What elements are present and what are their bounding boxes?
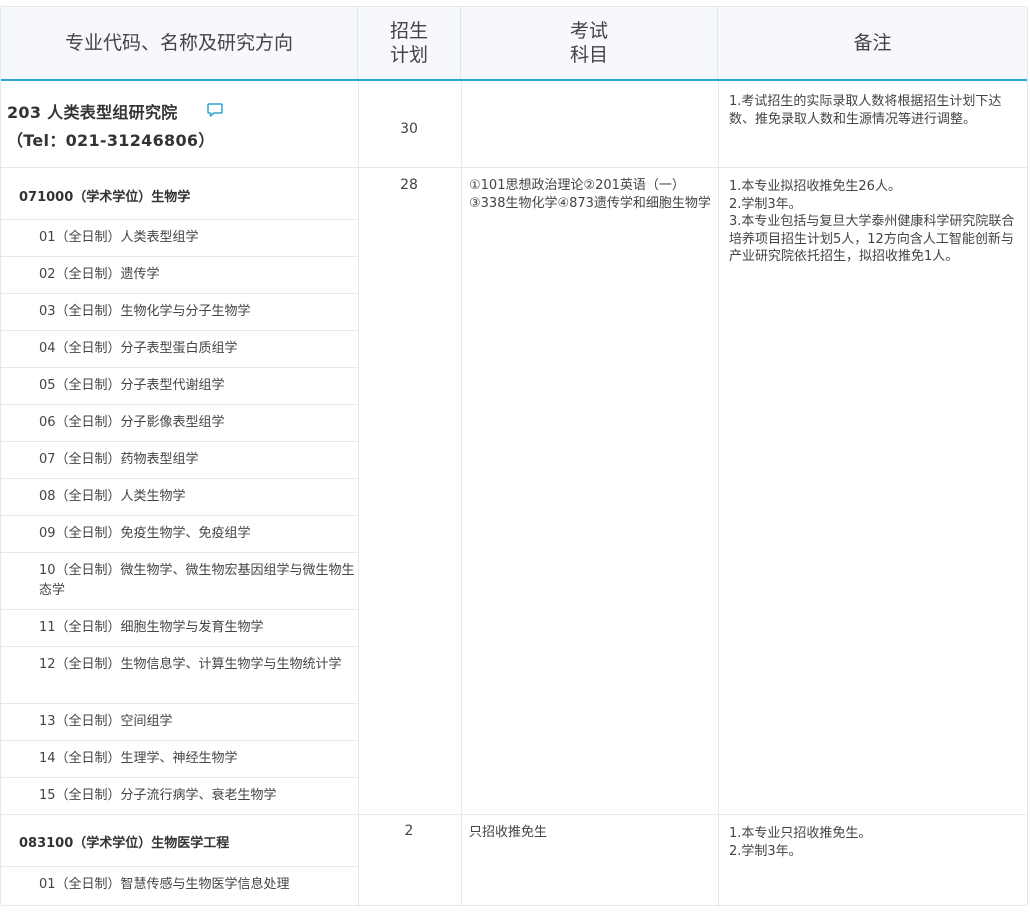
major-exam: ①101思想政治理论②201英语（一）③338生物化学④873遗传学和细胞生物学	[469, 178, 711, 211]
header-exam-line1: 考试	[569, 20, 608, 42]
row-divider	[1, 646, 358, 647]
major-plan: 2	[404, 823, 414, 839]
direction-item: 01（全日制）智慧传感与生物医学信息处理	[39, 877, 290, 892]
direction-item: 13（全日制）空间组学	[39, 714, 173, 729]
direction-item: 02（全日制）遗传学	[39, 267, 160, 282]
header-major: 专业代码、名称及研究方向	[1, 7, 358, 79]
institute-name: 203 人类表型组研究院	[7, 103, 178, 122]
col-divider	[718, 81, 719, 907]
table-header: 专业代码、名称及研究方向 招生 计划 考试 科目 备注	[1, 7, 1027, 81]
row-divider	[1, 367, 358, 368]
note-line: 2.学制3年。	[729, 196, 802, 212]
direction-item: 10（全日制）微生物学、微生物宏基因组学与微生物生态学	[39, 563, 355, 598]
major-notes: 1.本专业只招收推免生。 2.学制3年。	[729, 825, 1025, 860]
note-line: 3.本专业包括与复旦大学泰州健康科学研究院联合培养项目招生计划5人，12方向含人…	[729, 214, 1015, 264]
major-notes: 1.本专业拟招收推免生26人。 2.学制3年。 3.本专业包括与复旦大学泰州健康…	[729, 178, 1025, 266]
major-plan: 28	[400, 177, 418, 193]
direction-item: 08（全日制）人类生物学	[39, 489, 186, 504]
row-divider	[1, 219, 358, 220]
row-divider	[1, 609, 358, 610]
row-divider	[1, 167, 1027, 168]
direction-item: 07（全日制）药物表型组学	[39, 452, 199, 467]
major-exam: 只招收推免生	[469, 825, 548, 840]
direction-item: 01（全日制）人类表型组学	[39, 230, 199, 245]
row-divider	[1, 441, 358, 442]
institute-tel: （Tel：021-31246806）	[7, 131, 215, 150]
direction-item: 05（全日制）分子表型代谢组学	[39, 378, 225, 393]
direction-item: 14（全日制）生理学、神经生物学	[39, 751, 238, 766]
col-divider	[461, 81, 462, 907]
header-notes: 备注	[718, 7, 1027, 79]
header-plan: 招生 计划	[358, 7, 461, 79]
row-divider	[1, 256, 358, 257]
note-line: 1.本专业只招收推免生。	[729, 826, 872, 841]
header-plan-line2: 计划	[389, 44, 428, 66]
direction-item: 03（全日制）生物化学与分子生物学	[39, 304, 251, 319]
header-plan-line1: 招生	[389, 20, 428, 42]
direction-item: 09（全日制）免疫生物学、免疫组学	[39, 526, 251, 541]
direction-item: 15（全日制）分子流行病学、衰老生物学	[39, 788, 277, 803]
row-divider	[1, 703, 358, 704]
header-exam-line2: 科目	[569, 44, 608, 66]
comment-icon[interactable]	[206, 101, 224, 119]
header-notes-label: 备注	[853, 32, 892, 54]
row-divider	[1, 740, 358, 741]
header-major-label: 专业代码、名称及研究方向	[64, 32, 293, 54]
row-divider	[1, 330, 358, 331]
row-divider	[1, 293, 358, 294]
direction-item: 12（全日制）生物信息学、计算生物学与生物统计学	[39, 657, 342, 672]
row-divider	[1, 814, 1027, 815]
row-divider	[1, 866, 358, 867]
direction-item: 04（全日制）分子表型蛋白质组学	[39, 341, 238, 356]
institute-plan: 30	[400, 121, 418, 137]
direction-item: 06（全日制）分子影像表型组学	[39, 415, 225, 430]
direction-item: 11（全日制）细胞生物学与发育生物学	[39, 620, 264, 635]
row-divider	[1, 515, 358, 516]
row-divider	[1, 777, 358, 778]
note-line: 1.本专业拟招收推免生26人。	[729, 179, 901, 194]
row-divider	[1, 404, 358, 405]
major-title: 083100（学术学位）生物医学工程	[19, 836, 230, 851]
major-title: 071000（学术学位）生物学	[19, 190, 191, 205]
note-line: 2.学制3年。	[729, 843, 802, 859]
institute-note: 1.考试招生的实际录取人数将根据招生计划下达数、推免录取人数和生源情况等进行调整…	[729, 94, 1002, 127]
admissions-table: 专业代码、名称及研究方向 招生 计划 考试 科目 备注 203 人类表型组研究院…	[0, 6, 1028, 907]
col-divider	[358, 81, 359, 907]
row-divider	[1, 478, 358, 479]
row-divider	[1, 552, 358, 553]
header-exam: 考试 科目	[461, 7, 718, 79]
